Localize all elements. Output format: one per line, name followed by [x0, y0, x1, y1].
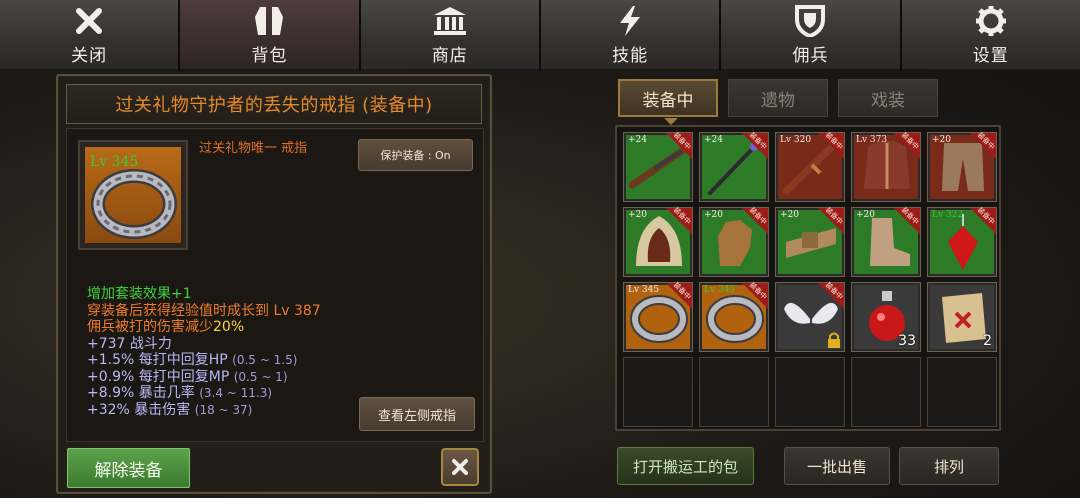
stat-merc-damage: 佣兵被打的伤害减少20%	[87, 319, 245, 335]
active-tab-pointer	[664, 118, 678, 125]
inventory-slot[interactable]: Lv 345 装备中	[699, 281, 769, 352]
inventory-grid: +24 装备中 +24 装备中 Lv 320 装备中 Lv 373 装备中 +20 装备中 +20 装…	[615, 125, 1001, 431]
slot-level: +20	[704, 210, 723, 220]
slot-quantity: 2	[983, 333, 992, 349]
stat-set-effect: 增加套装效果+1	[87, 286, 192, 302]
stat-exp-growth: 穿装备后获得经验值时成长到 Lv 387	[87, 302, 321, 319]
inventory-slot[interactable]: Lv 322 装备中	[927, 206, 997, 277]
slot-level: +20	[628, 210, 647, 220]
item-detail-box: Lv 345 过关礼物唯一 戒指 保护装备 : On 增加套装效果+1 穿装备后…	[66, 128, 484, 442]
inventory-slot[interactable]: +24 装备中	[623, 131, 693, 202]
mercenary-shield-icon	[792, 4, 828, 38]
stat-crit-rate: +8.9% 暴击几率 (3.4 ~ 11.3)	[87, 385, 273, 401]
stat-mp-regen: +0.9% 每打中回复MP (0.5 ~ 1)	[87, 368, 288, 385]
slot-level: +20	[932, 135, 951, 145]
inventory-slot[interactable]: Lv 320 装备中	[775, 131, 845, 202]
view-left-ring-button[interactable]: 查看左侧戒指	[359, 397, 475, 431]
empty-slot	[775, 357, 845, 427]
ring-icon	[91, 169, 177, 239]
close-icon	[452, 459, 468, 475]
empty-slot	[927, 357, 997, 427]
inventory-slot[interactable]: 装备中	[775, 281, 845, 352]
inventory-slot[interactable]: 2	[927, 282, 997, 352]
item-stats: 增加套装效果+1 穿装备后获得经验值时成长到 Lv 387 佣兵被打的伤害减少2…	[87, 286, 321, 418]
empty-slot	[699, 357, 769, 427]
inventory-slot[interactable]: +24 装备中	[699, 131, 769, 202]
tab-mercenary[interactable]: 佣兵	[721, 0, 900, 71]
inventory-slot[interactable]: 33	[851, 282, 921, 352]
slot-level: Lv 345	[628, 285, 660, 295]
stat-hp-regen: +1.5% 每打中回复HP (0.5 ~ 1.5)	[87, 352, 298, 368]
item-detail-panel: 过关礼物守护者的丢失的戒指 (装备中) Lv 345 过关礼物唯一 戒指 保护装…	[56, 74, 492, 494]
close-detail-button[interactable]	[441, 448, 479, 486]
inventory-slot[interactable]: +20 装备中	[623, 206, 693, 277]
tab-settings[interactable]: 设置	[901, 0, 1080, 71]
item-title-bar: 过关礼物守护者的丢失的戒指 (装备中)	[66, 84, 482, 124]
item-subtitle: 过关礼物唯一 戒指	[199, 141, 308, 156]
slot-level: Lv 320	[780, 135, 812, 145]
slot-level: Lv 322	[932, 210, 964, 220]
gear-icon	[973, 4, 1009, 38]
sort-button[interactable]: 排列	[899, 447, 999, 485]
tab-close[interactable]: 关闭	[0, 0, 179, 71]
tab-relics[interactable]: 遗物	[728, 79, 828, 117]
slot-level: Lv 373	[856, 135, 888, 145]
tab-label: 设置	[972, 45, 1009, 66]
tab-label: 背包	[251, 45, 288, 66]
tab-label: 关闭	[71, 45, 108, 66]
tab-equipped[interactable]: 装备中	[618, 79, 718, 117]
tab-label: 商店	[431, 45, 468, 66]
slot-level: +20	[780, 210, 799, 220]
open-porter-bag-button[interactable]: 打开搬运工的包	[617, 447, 754, 485]
tab-costume[interactable]: 戏装	[838, 79, 938, 117]
skill-bolt-icon	[612, 4, 648, 38]
bulk-sell-button[interactable]: 一批出售	[784, 447, 890, 485]
item-level: Lv 345	[90, 154, 139, 170]
tab-label: 佣兵	[792, 45, 829, 66]
top-nav: 关闭 背包 商店 技能 佣兵 设置	[0, 0, 1080, 71]
inventory-slot[interactable]: +20 装备中	[699, 206, 769, 277]
slot-level: +20	[856, 210, 875, 220]
inventory-tabs: 装备中 遗物 戏装	[618, 79, 938, 117]
tab-backpack[interactable]: 背包	[180, 0, 359, 71]
slot-level: +24	[628, 135, 647, 145]
tab-label: 技能	[612, 45, 649, 66]
inventory-slot[interactable]: Lv 345 装备中	[623, 281, 693, 352]
item-big-icon: Lv 345	[78, 140, 188, 250]
slot-level: Lv 345	[704, 285, 736, 295]
stat-power: +737 战斗力	[87, 335, 172, 352]
lock-icon	[828, 332, 840, 348]
stat-crit-damage: +32% 暴击伤害 (18 ~ 37)	[87, 401, 253, 418]
empty-slot	[851, 357, 921, 427]
close-x-icon	[71, 4, 107, 38]
slot-level: +24	[704, 135, 723, 145]
inventory-slot[interactable]: +20 装备中	[927, 131, 997, 202]
slot-quantity: 33	[898, 333, 916, 349]
backpack-icon	[251, 4, 287, 38]
shop-icon	[432, 4, 468, 38]
empty-slot	[623, 357, 693, 427]
inventory-slot[interactable]: +20 装备中	[851, 206, 921, 277]
item-title: 过关礼物守护者的丢失的戒指 (装备中)	[115, 95, 433, 116]
tab-skills[interactable]: 技能	[540, 0, 720, 71]
inventory-slot[interactable]: +20 装备中	[775, 206, 845, 277]
unequip-button[interactable]: 解除装备	[67, 448, 190, 488]
tab-shop[interactable]: 商店	[360, 0, 539, 71]
inventory-slot[interactable]: Lv 373 装备中	[851, 131, 921, 202]
protect-equipment-button[interactable]: 保护装备 : On	[358, 139, 473, 171]
